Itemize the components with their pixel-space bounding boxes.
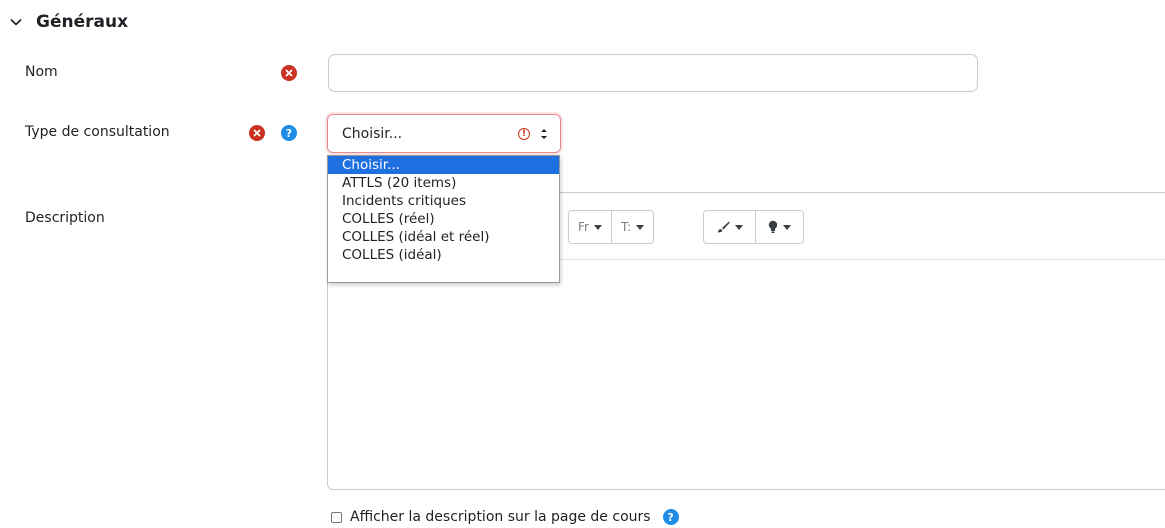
- type-dropdown-list[interactable]: Choisir... ATTLS (20 items) Incidents cr…: [327, 155, 560, 283]
- lightbulb-button[interactable]: [755, 211, 803, 243]
- dropdown-option[interactable]: Choisir...: [328, 156, 559, 174]
- font-family-button[interactable]: Fr: [569, 211, 611, 243]
- section-title: Généraux: [36, 12, 129, 32]
- dropdown-option[interactable]: COLLES (réel): [328, 210, 559, 228]
- dropdown-option[interactable]: Incidents critiques: [328, 192, 559, 210]
- dropdown-option[interactable]: COLLES (idéal et réel): [328, 228, 559, 246]
- section-header-generaux[interactable]: Généraux: [8, 12, 128, 32]
- toolbar-group-font: Fr T:: [568, 210, 655, 244]
- font-size-button[interactable]: T:: [610, 211, 653, 243]
- paint-brush-button[interactable]: [704, 211, 755, 243]
- show-description-row: Afficher la description sur la page de c…: [331, 509, 679, 525]
- chevron-down-icon: [10, 18, 22, 26]
- name-input[interactable]: [328, 54, 978, 92]
- caret-down-icon: [636, 224, 645, 230]
- caret-down-icon: [735, 224, 743, 230]
- type-select[interactable]: Choisir... !: [327, 114, 561, 153]
- required-icon: [249, 125, 265, 141]
- select-arrows-icon: [541, 128, 547, 139]
- warning-icon: !: [518, 127, 530, 140]
- help-icon[interactable]: ?: [662, 509, 679, 525]
- form-root: Généraux Nom Type de consultation ? Choi…: [0, 0, 1165, 528]
- type-label: Type de consultation: [25, 124, 170, 140]
- dropdown-option[interactable]: ATTLS (20 items): [328, 174, 559, 192]
- show-description-label[interactable]: Afficher la description sur la page de c…: [350, 509, 651, 525]
- warning-glyph: !: [521, 128, 527, 139]
- caret-down-icon: [593, 224, 602, 230]
- paint-brush-icon: [718, 221, 730, 233]
- dropdown-option[interactable]: COLLES (idéal): [328, 246, 559, 264]
- help-glyph: ?: [667, 510, 674, 524]
- type-select-value: Choisir...: [342, 125, 403, 142]
- show-description-checkbox[interactable]: [331, 511, 342, 523]
- font-family-label: Fr: [578, 220, 589, 234]
- help-icon[interactable]: ?: [281, 125, 297, 141]
- help-glyph: ?: [285, 126, 293, 140]
- caret-down-icon: [783, 224, 791, 230]
- font-size-label: T:: [620, 220, 632, 234]
- required-icon: [281, 65, 297, 81]
- lightbulb-icon: [768, 220, 778, 233]
- name-label: Nom: [25, 64, 58, 80]
- description-label: Description: [25, 210, 105, 226]
- toolbar-group-style: [703, 210, 804, 244]
